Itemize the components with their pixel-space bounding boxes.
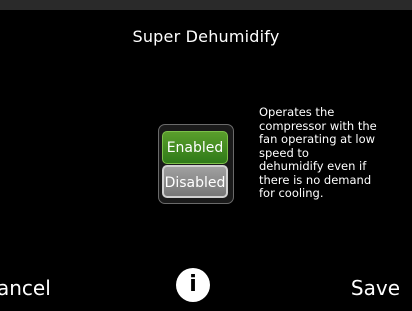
page-title: Super Dehumidify xyxy=(132,27,280,46)
disabled-option-button[interactable]: Disabled xyxy=(162,165,228,198)
setting-description: Operates the compressor with the fan ope… xyxy=(259,105,377,200)
enabled-option-button[interactable]: Enabled xyxy=(162,131,228,164)
top-bar xyxy=(0,0,412,10)
cancel-button[interactable]: Cancel xyxy=(0,276,51,300)
save-button[interactable]: Save xyxy=(351,276,400,300)
info-icon[interactable]: i xyxy=(176,268,210,302)
enable-toggle-group: Enabled Disabled xyxy=(158,124,234,204)
